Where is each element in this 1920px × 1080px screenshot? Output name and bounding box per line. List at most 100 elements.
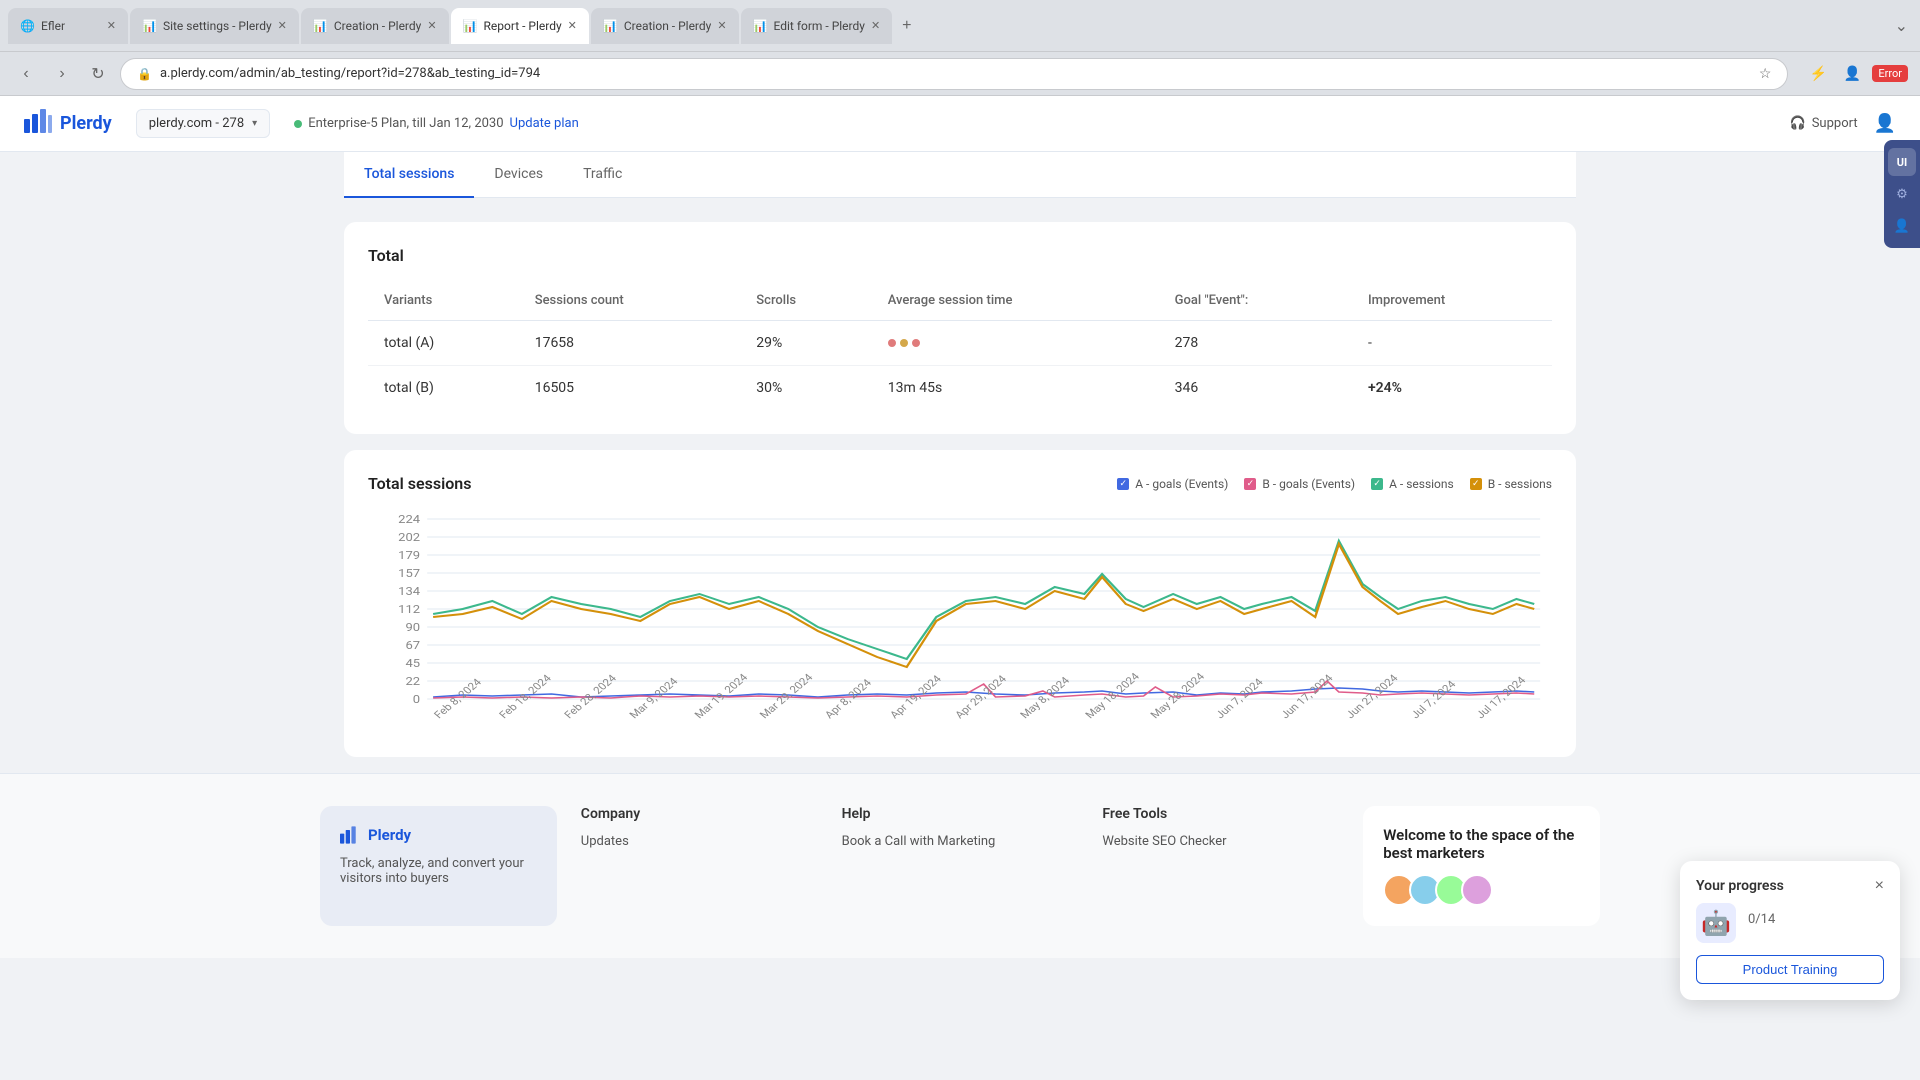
- footer-free-tools-title: Free Tools: [1102, 806, 1339, 822]
- y-label: 22: [405, 675, 420, 688]
- tab-label: Site settings - Plerdy: [163, 19, 272, 33]
- tab-site-settings[interactable]: 📊 Site settings - Plerdy ✕: [130, 8, 299, 44]
- legend-checkbox-b-goals: ✓: [1244, 478, 1256, 490]
- y-label: 0: [413, 693, 421, 706]
- tab-creation2[interactable]: 📊 Creation - Plerdy ✕: [591, 8, 739, 44]
- legend-b-sessions[interactable]: ✓ B - sessions: [1470, 477, 1552, 491]
- variant-b-avg-time: 13m 45s: [872, 366, 1159, 411]
- plan-info: Enterprise-5 Plan, till Jan 12, 2030 Upd…: [294, 116, 579, 131]
- y-label: 224: [398, 513, 420, 526]
- variant-a-goal: 278: [1159, 321, 1352, 366]
- chart-card: Total sessions ✓ A - goals (Events) ✓ B …: [344, 450, 1576, 757]
- variant-a-avg-time: [872, 321, 1159, 366]
- chart-header: Total sessions ✓ A - goals (Events) ✓ B …: [368, 474, 1552, 493]
- tab-close-site-settings[interactable]: ✕: [278, 19, 287, 32]
- forward-button[interactable]: ›: [48, 60, 76, 88]
- community-avatars: [1383, 874, 1580, 906]
- col-variants: Variants: [368, 281, 519, 321]
- legend-b-goals[interactable]: ✓ B - goals (Events): [1244, 477, 1355, 491]
- app-logo[interactable]: Plerdy: [24, 109, 112, 138]
- footer-link-updates[interactable]: Updates: [581, 834, 818, 849]
- variant-a-improvement: -: [1352, 321, 1552, 366]
- tab-devices[interactable]: Devices: [474, 152, 563, 198]
- footer-link-book-call[interactable]: Book a Call with Marketing: [842, 834, 1079, 849]
- product-training-button[interactable]: Product Training: [1696, 955, 1884, 984]
- panel-item-person[interactable]: 👤: [1888, 212, 1916, 240]
- progress-widget: Your progress × 🤖 0/14 Product Training: [1680, 861, 1900, 1000]
- footer-link-seo-checker[interactable]: Website SEO Checker: [1102, 834, 1339, 849]
- x-label: Jun 27, 2024: [1343, 672, 1401, 721]
- tab-efler[interactable]: 🌐 Efler ✕: [8, 8, 128, 44]
- user-account-icon[interactable]: 👤: [1874, 113, 1896, 134]
- new-tab-button[interactable]: +: [894, 13, 919, 39]
- variant-b-scrolls: 30%: [740, 366, 871, 411]
- variant-b-goal: 346: [1159, 366, 1352, 411]
- legend-a-goals[interactable]: ✓ A - goals (Events): [1117, 477, 1228, 491]
- tab-close-creation1[interactable]: ✕: [427, 19, 436, 32]
- tab-label: Creation - Plerdy: [334, 19, 422, 33]
- x-label: Jun 17, 2024: [1278, 672, 1336, 721]
- tab-close-report[interactable]: ✕: [568, 19, 577, 32]
- y-label: 67: [405, 639, 420, 652]
- table-body: total (A) 17658 29% 278 -: [368, 321, 1552, 411]
- table-header: Variants Sessions count Scrolls Average …: [368, 281, 1552, 321]
- progress-score: 0/14: [1748, 912, 1775, 927]
- tab-close-efler[interactable]: ✕: [107, 19, 116, 32]
- footer-help-title: Help: [842, 806, 1079, 822]
- error-badge[interactable]: Error: [1872, 65, 1908, 82]
- app-header: Plerdy plerdy.com - 278 ▾ Enterprise-5 P…: [0, 96, 1920, 152]
- site-selector-text: plerdy.com - 278: [149, 116, 244, 131]
- panel-item-gear[interactable]: ⚙: [1888, 180, 1916, 208]
- update-plan-link[interactable]: Update plan: [510, 116, 579, 131]
- person-icon: 👤: [1894, 219, 1910, 234]
- footer-free-tools-col: Free Tools Website SEO Checker: [1102, 806, 1339, 926]
- footer-help-col: Help Book a Call with Marketing: [842, 806, 1079, 926]
- chart-title: Total sessions: [368, 474, 471, 493]
- footer-logo-text: Plerdy: [368, 826, 411, 844]
- progress-widget-title: Your progress: [1696, 878, 1784, 894]
- address-bar-row: ‹ › ↻ 🔒 a.plerdy.com/admin/ab_testing/re…: [0, 52, 1920, 96]
- footer-grid: Plerdy Track, analyze, and convert your …: [320, 806, 1600, 926]
- footer-company-col: Company Updates: [581, 806, 818, 926]
- user-profile-button[interactable]: 👤: [1838, 60, 1866, 88]
- y-label: 90: [405, 621, 420, 634]
- support-button[interactable]: 🎧 Support: [1790, 116, 1858, 131]
- tab-creation1[interactable]: 📊 Creation - Plerdy ✕: [301, 8, 449, 44]
- tab-close-edit-form[interactable]: ✕: [871, 19, 880, 32]
- headphone-icon: 🎧: [1790, 116, 1806, 131]
- reload-button[interactable]: ↻: [84, 60, 112, 88]
- tab-edit-form[interactable]: 📊 Edit form - Plerdy ✕: [741, 8, 893, 44]
- tab-report[interactable]: 📊 Report - Plerdy ✕: [451, 8, 589, 44]
- address-bar[interactable]: 🔒 a.plerdy.com/admin/ab_testing/report?i…: [120, 58, 1788, 90]
- panel-item-ui[interactable]: UI: [1888, 148, 1916, 176]
- table-row: total (A) 17658 29% 278 -: [368, 321, 1552, 366]
- x-label: Mar 9, 2024: [627, 675, 681, 721]
- variant-b-sessions: 16505: [519, 366, 741, 411]
- progress-close-button[interactable]: ×: [1875, 877, 1884, 895]
- tab-favicon: 📊: [753, 19, 768, 33]
- footer-community-card: Welcome to the space of the best markete…: [1363, 806, 1600, 926]
- variant-a-sessions: 17658: [519, 321, 741, 366]
- tab-total-sessions[interactable]: Total sessions: [344, 152, 474, 198]
- plan-text: Enterprise-5 Plan, till Jan 12, 2030: [308, 116, 503, 131]
- y-label: 134: [398, 585, 420, 598]
- col-scrolls: Scrolls: [740, 281, 871, 321]
- chrome-expand-icon[interactable]: ⌄: [1891, 12, 1912, 39]
- dropdown-arrow-icon: ▾: [252, 118, 257, 129]
- tab-favicon: 📊: [463, 19, 478, 33]
- address-icons: ☆: [1759, 66, 1772, 82]
- variant-b-improvement: +24%: [1352, 366, 1552, 411]
- tab-close-creation2[interactable]: ✕: [717, 19, 726, 32]
- tab-label: Edit form - Plerdy: [774, 19, 865, 33]
- col-goal: Goal "Event":: [1159, 281, 1352, 321]
- tab-label: Efler: [41, 19, 65, 33]
- tab-favicon: 🌐: [20, 19, 35, 33]
- legend-a-sessions[interactable]: ✓ A - sessions: [1371, 477, 1454, 491]
- site-selector[interactable]: plerdy.com - 278 ▾: [136, 109, 270, 138]
- back-button[interactable]: ‹: [12, 60, 40, 88]
- extensions-button[interactable]: ⚡: [1804, 60, 1832, 88]
- plan-active-dot: [294, 120, 302, 128]
- tabs-container: 🌐 Efler ✕ 📊 Site settings - Plerdy ✕ 📊 C…: [8, 8, 1887, 44]
- star-icon[interactable]: ☆: [1759, 66, 1772, 82]
- tab-traffic[interactable]: Traffic: [563, 152, 642, 198]
